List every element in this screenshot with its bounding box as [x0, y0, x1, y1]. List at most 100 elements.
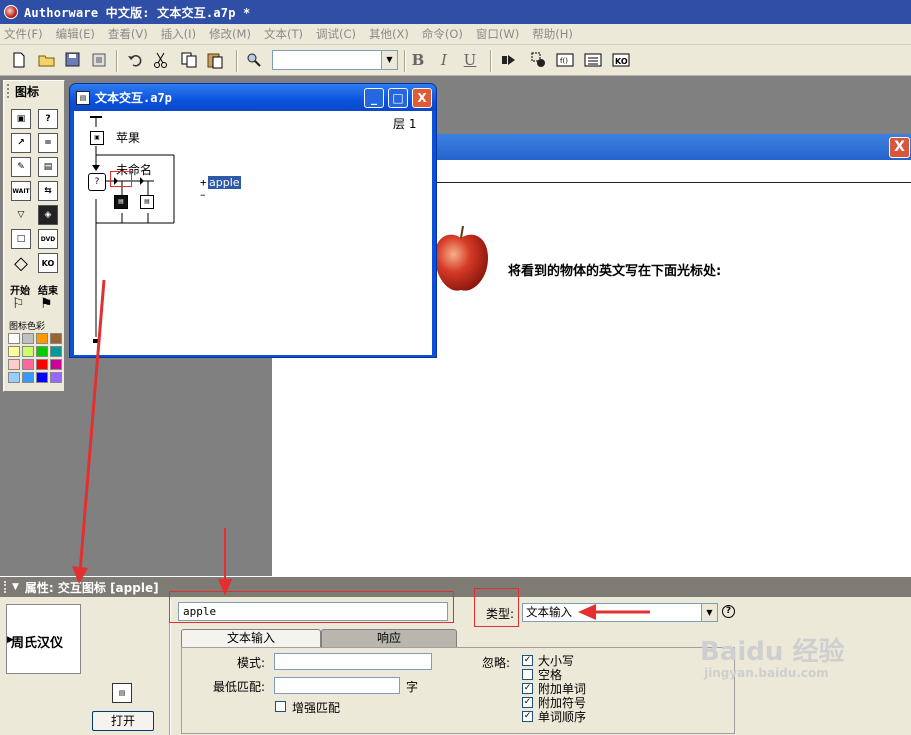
- color-swatch[interactable]: [50, 346, 62, 357]
- menu-window[interactable]: 窗口(W): [476, 26, 519, 42]
- tab-response[interactable]: 响应: [321, 629, 457, 648]
- paste-icon[interactable]: [206, 51, 224, 69]
- interaction-question-icon[interactable]: ?: [88, 173, 106, 191]
- end-flag-icon[interactable]: ⚑: [40, 296, 53, 312]
- drag-grip-icon[interactable]: [7, 84, 11, 98]
- calculation-icon[interactable]: =: [38, 133, 58, 153]
- restart-icon[interactable]: [500, 51, 518, 69]
- tab-text-entry[interactable]: 文本输入: [181, 629, 321, 648]
- color-swatch[interactable]: [50, 372, 62, 383]
- color-swatch[interactable]: [22, 333, 34, 344]
- display-icon[interactable]: ▣: [90, 131, 104, 145]
- menu-text[interactable]: 文本(T): [264, 26, 303, 42]
- drag-grip-icon[interactable]: [4, 581, 8, 593]
- menu-debug[interactable]: 调试(C): [316, 26, 356, 42]
- cut-icon[interactable]: [152, 51, 170, 69]
- min-match-input[interactable]: [274, 677, 400, 694]
- functions-icon[interactable]: f(): [556, 51, 574, 69]
- color-swatch[interactable]: [8, 359, 20, 370]
- menu-modify[interactable]: 修改(M): [209, 26, 251, 42]
- erase-icon[interactable]: ✎: [11, 157, 31, 177]
- watermark-url: jingyan.baidu.com: [704, 666, 829, 680]
- map-icon[interactable]: ▤: [38, 157, 58, 177]
- digital-movie-icon[interactable]: □: [11, 229, 31, 249]
- presentation-close-button[interactable]: X: [889, 137, 910, 158]
- incremental-label: 增强匹配: [292, 701, 341, 715]
- bold-button[interactable]: B: [410, 51, 426, 69]
- open-button[interactable]: 打开: [92, 711, 154, 731]
- control-panel-icon[interactable]: [530, 51, 548, 69]
- incremental-checkbox[interactable]: [275, 701, 286, 712]
- open-folder-icon[interactable]: [38, 51, 56, 69]
- menu-help[interactable]: 帮助(H): [532, 26, 573, 42]
- underline-button[interactable]: U: [462, 51, 478, 69]
- close-button[interactable]: X: [412, 88, 432, 108]
- menu-edit[interactable]: 编辑(E): [56, 26, 95, 42]
- new-file-icon[interactable]: [10, 51, 28, 69]
- sound-diamond-icon[interactable]: ◇: [11, 253, 31, 274]
- undo-icon[interactable]: [126, 51, 144, 69]
- ignore-extra-punctuation-checkbox[interactable]: ✓: [522, 697, 533, 708]
- min-match-label: 最低匹配:: [213, 680, 266, 694]
- map-response-icon[interactable]: ▤: [114, 195, 128, 209]
- chevron-down-icon[interactable]: ▼: [701, 604, 717, 621]
- type-select[interactable]: 文本输入 ▼: [522, 603, 718, 622]
- response-label-apple[interactable]: apple: [208, 176, 241, 189]
- display-icon[interactable]: ▣: [11, 109, 31, 129]
- save-all-icon[interactable]: [64, 51, 82, 69]
- knowledge-objects-icon[interactable]: KO: [612, 51, 630, 69]
- color-swatch[interactable]: [36, 359, 48, 370]
- ignore-word-order-label: 单词顺序: [538, 710, 587, 724]
- color-swatch[interactable]: [22, 372, 34, 383]
- chevron-down-icon[interactable]: ▼: [381, 51, 397, 69]
- color-swatch[interactable]: [8, 346, 20, 357]
- menu-file[interactable]: 文件(F): [4, 26, 43, 42]
- map-response-icon[interactable]: ▤: [140, 195, 154, 209]
- maximize-button[interactable]: □: [388, 88, 408, 108]
- interaction-question-icon[interactable]: ?: [38, 109, 58, 129]
- ignore-case-checkbox[interactable]: ✓: [522, 655, 533, 666]
- color-swatch[interactable]: [36, 346, 48, 357]
- color-swatch[interactable]: [8, 372, 20, 383]
- color-swatch[interactable]: [22, 346, 34, 357]
- menu-insert[interactable]: 插入(I): [161, 26, 196, 42]
- color-swatch[interactable]: [50, 359, 62, 370]
- menu-bar: 文件(F) 编辑(E) 查看(V) 插入(I) 修改(M) 文本(T) 调试(C…: [0, 24, 911, 45]
- find-icon[interactable]: [245, 51, 263, 69]
- flowline-title: 文本交互.a7p: [95, 91, 172, 105]
- color-swatch[interactable]: [36, 333, 48, 344]
- color-swatch[interactable]: [22, 359, 34, 370]
- menu-other[interactable]: 其他(X): [369, 26, 409, 42]
- knowledge-object-icon[interactable]: KO: [38, 253, 58, 273]
- color-swatch[interactable]: [50, 333, 62, 344]
- menu-view[interactable]: 查看(V): [108, 26, 148, 42]
- ignore-spaces-checkbox[interactable]: [522, 669, 533, 680]
- ignore-word-order-checkbox[interactable]: ✓: [522, 711, 533, 722]
- color-swatch[interactable]: [36, 372, 48, 383]
- collapse-arrow-icon[interactable]: ▼: [12, 582, 19, 592]
- wait-icon[interactable]: WAIT: [11, 181, 31, 201]
- app-title-bar: Authorware 中文版: 文本交互.a7p *: [0, 0, 911, 24]
- start-flag-icon[interactable]: ⚐: [12, 296, 25, 312]
- variables-icon[interactable]: [584, 51, 602, 69]
- help-icon[interactable]: ?: [722, 605, 735, 618]
- color-swatch[interactable]: [8, 333, 20, 344]
- interaction-type-icon: ▤: [112, 683, 132, 703]
- minimize-button[interactable]: _: [364, 88, 384, 108]
- watermark-brand: Baidu 经验: [700, 637, 845, 667]
- motion-icon[interactable]: ↗: [11, 133, 31, 153]
- framework-icon[interactable]: ◈: [38, 205, 58, 225]
- icon-color-label: 图标色彩: [9, 322, 46, 332]
- menu-command[interactable]: 命令(O): [422, 26, 463, 42]
- dvd-icon[interactable]: DVD: [38, 229, 58, 249]
- import-icon[interactable]: [90, 51, 108, 69]
- font-select[interactable]: ▼: [272, 50, 398, 70]
- flowline-canvas[interactable]: 层 1 ▣ 苹果 未命名 ? ▤ ▤: [74, 111, 432, 355]
- navigate-icon[interactable]: ⇆: [38, 181, 58, 201]
- text-entry-tab-panel: 模式: 最低匹配: 字 增强匹配 忽略: ✓ 大小写 空格 ✓ 附加单词 ✓ 附…: [181, 647, 735, 734]
- pattern-input[interactable]: [274, 653, 432, 670]
- decision-icon[interactable]: ▽: [11, 205, 31, 225]
- copy-icon[interactable]: [180, 51, 198, 69]
- ignore-extra-words-checkbox[interactable]: ✓: [522, 683, 533, 694]
- italic-button[interactable]: I: [436, 51, 452, 69]
